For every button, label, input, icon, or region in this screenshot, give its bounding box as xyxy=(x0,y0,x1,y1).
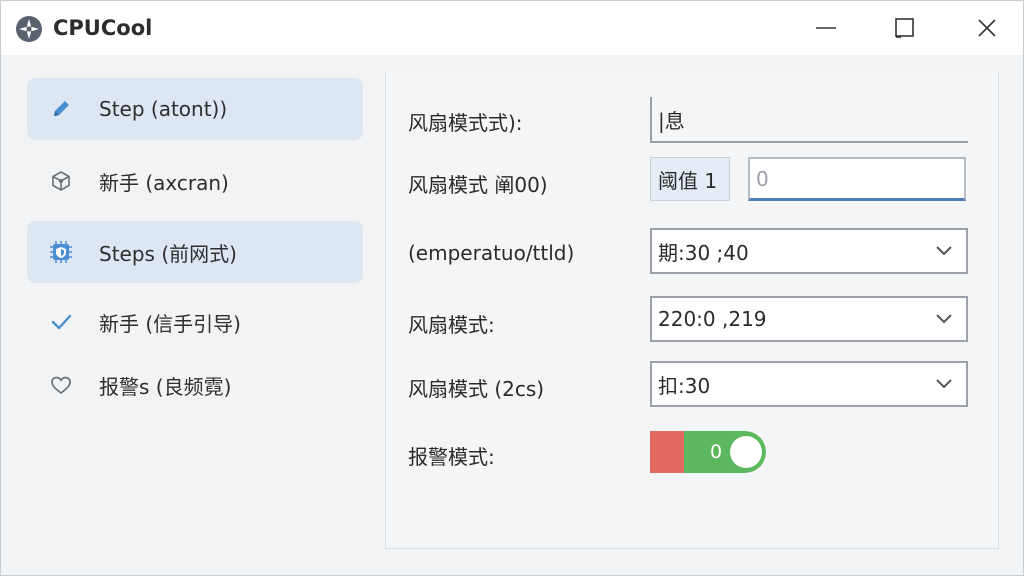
fan-mode-3-label: 风扇模式 (2cs) xyxy=(408,377,545,401)
heart-icon xyxy=(47,371,75,399)
title-bar: CPUCool xyxy=(1,1,1023,55)
fan-mode-input[interactable]: |息 xyxy=(650,97,968,143)
sidebar-item-label: 新手 (axcran) xyxy=(99,170,229,195)
threshold-button[interactable]: 阈值 1 xyxy=(650,157,730,201)
chevron-down-icon xyxy=(936,379,952,389)
temperature-select[interactable]: 期:30 ;40 xyxy=(650,228,968,274)
fan-mode-2-select[interactable]: 220:0 ,219 xyxy=(650,296,968,342)
sidebar-item-label: Steps (前网式) xyxy=(99,241,237,266)
temperature-select-value: 期:30 ;40 xyxy=(658,240,749,265)
sidebar-item-label: 报警s (良频霓) xyxy=(99,374,232,399)
sidebar: Step (atont)) 新手 (axcran) Steps (前网式) 新手… xyxy=(1,55,385,575)
cube-icon xyxy=(47,167,75,195)
maximize-icon xyxy=(895,18,914,38)
close-icon xyxy=(978,19,996,37)
sidebar-item-guide[interactable]: 新手 (信手引导) xyxy=(27,291,363,353)
fan-mode-2-label: 风扇模式: xyxy=(408,313,495,337)
app-logo-icon xyxy=(15,15,43,43)
alarm-mode-label: 报警模式: xyxy=(408,445,495,469)
fan-threshold-label: 风扇模式 阐00) xyxy=(408,173,548,197)
sidebar-item-steps[interactable]: Steps (前网式) xyxy=(27,221,363,283)
app-window: CPUCool Step (atont)) 新手 (axcran) Steps … xyxy=(0,0,1024,576)
chip-shield-icon xyxy=(47,238,75,266)
sidebar-item-label: Step (atont)) xyxy=(99,97,228,121)
sidebar-item-step[interactable]: Step (atont)) xyxy=(27,78,363,140)
sidebar-item-beginner[interactable]: 新手 (axcran) xyxy=(27,150,363,212)
minimize-button[interactable] xyxy=(798,1,854,55)
toggle-off-segment xyxy=(650,431,684,473)
window-title: CPUCool xyxy=(53,16,153,40)
fan-mode-label: 风扇模式式): xyxy=(408,111,523,135)
fan-mode-2-select-value: 220:0 ,219 xyxy=(658,307,767,331)
chevron-down-icon xyxy=(936,246,952,256)
maximize-button[interactable] xyxy=(877,1,933,55)
sidebar-item-label: 新手 (信手引导) xyxy=(99,311,241,336)
settings-panel: 风扇模式式): |息 风扇模式 阐00) 阈值 1 0 (emperatuo/t… xyxy=(385,71,999,549)
toggle-text: 0 xyxy=(710,441,723,463)
chevron-down-icon xyxy=(936,314,952,324)
close-button[interactable] xyxy=(959,1,1015,55)
pencil-icon xyxy=(47,95,75,123)
check-icon xyxy=(47,308,75,336)
alarm-mode-toggle[interactable]: 0 xyxy=(650,431,766,473)
minimize-icon xyxy=(816,27,836,29)
fan-mode-3-select-value: 扣:30 xyxy=(658,373,711,398)
fan-mode-3-select[interactable]: 扣:30 xyxy=(650,361,968,407)
threshold-input[interactable]: 0 xyxy=(748,157,966,201)
temperature-label: (emperatuo/ttld) xyxy=(408,241,575,265)
sidebar-item-alarm[interactable]: 报警s (良频霓) xyxy=(27,354,363,416)
toggle-knob[interactable] xyxy=(730,436,762,468)
